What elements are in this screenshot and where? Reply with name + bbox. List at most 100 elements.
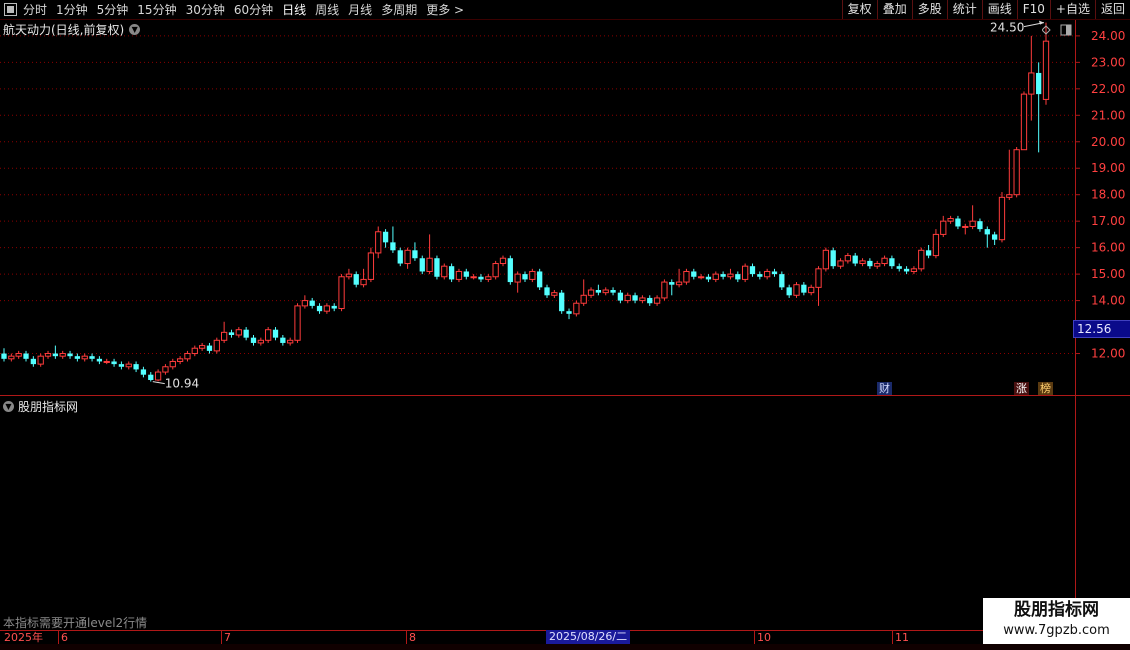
tab-monthly[interactable]: 月线 <box>348 1 372 18</box>
candle-body-down <box>852 255 858 264</box>
candle-body-down <box>390 242 396 251</box>
candle-body-up <box>499 257 507 265</box>
candle-body-up <box>529 270 536 280</box>
candle-body-up <box>169 360 176 368</box>
candle-body-down <box>925 250 932 256</box>
candle-body-down <box>507 258 513 283</box>
tab-30min[interactable]: 30分钟 <box>186 1 225 18</box>
candle-body-down <box>478 276 484 280</box>
finance-badge[interactable]: 财 <box>877 382 892 395</box>
candle-body-down <box>617 292 624 301</box>
candle-body-up <box>404 249 411 265</box>
tab-1min[interactable]: 1分钟 <box>56 1 88 18</box>
tab-daily[interactable]: 日线 <box>282 1 306 18</box>
candle-body-up <box>492 263 499 278</box>
candle-body-up <box>1020 93 1028 151</box>
high-price-label: 24.50 <box>990 21 1024 35</box>
low-pointer <box>152 381 165 385</box>
candle-body-up <box>81 355 88 360</box>
candle-body-up <box>947 218 954 222</box>
candle-body-up <box>808 286 815 294</box>
candle-body-up <box>338 276 345 310</box>
date-label-july: 7 <box>224 631 231 644</box>
candle-body-down <box>140 369 147 375</box>
statistics-button[interactable]: 统计 <box>946 0 982 19</box>
tab-5min[interactable]: 5分钟 <box>97 1 129 18</box>
candle-body-up <box>8 355 15 360</box>
candle-body-up <box>639 297 646 302</box>
candle-body-down <box>867 260 873 267</box>
multi-stock-button[interactable]: 多股 <box>911 0 947 19</box>
candle-body-up <box>455 270 463 280</box>
candle-body-down <box>96 358 103 362</box>
candle-body-down <box>434 258 440 277</box>
tab-15min[interactable]: 15分钟 <box>137 1 176 18</box>
f10-button[interactable]: F10 <box>1016 0 1050 19</box>
candle-body-up <box>220 331 228 341</box>
candle-body-down <box>243 329 249 338</box>
add-watchlist-button[interactable]: +自选 <box>1049 0 1095 19</box>
candle-body-up <box>881 257 888 265</box>
candle-body-up <box>727 273 734 278</box>
candle-body-down <box>955 218 961 227</box>
tab-multi-period[interactable]: 多周期 <box>381 1 417 18</box>
candle-body-down <box>111 361 117 365</box>
draw-line-button[interactable]: 画线 <box>981 0 1017 19</box>
indicator-title: 股朋指标网 <box>18 399 79 414</box>
stock-title: 航天动力(日线,前复权) <box>3 22 125 37</box>
candle-body-down <box>705 276 712 280</box>
level2-notice: 本指标需要开通level2行情 <box>3 616 148 630</box>
candle-body-up <box>257 339 264 344</box>
candle-body-down <box>331 305 337 309</box>
diamond-icon[interactable] <box>1042 25 1051 35</box>
chevron-down-icon[interactable]: ▼ <box>3 400 14 412</box>
tab-60min[interactable]: 60分钟 <box>234 1 273 18</box>
candle-body-down <box>691 271 697 277</box>
candle-body-up <box>624 294 631 302</box>
back-button[interactable]: 返回 <box>1094 0 1130 19</box>
candle-body-up <box>874 263 881 267</box>
candle-body-up <box>184 353 191 360</box>
panel-divider <box>0 395 1076 396</box>
chevron-down-icon[interactable]: ▼ <box>129 23 141 35</box>
candle-body-up <box>485 276 492 280</box>
candle-body-up <box>587 289 595 296</box>
candle-body-down <box>52 353 59 357</box>
candle-body-up <box>815 268 822 288</box>
candle-body-up <box>551 292 558 296</box>
limit-up-badge[interactable]: 涨 <box>1014 382 1029 395</box>
candle-body-up <box>301 300 309 307</box>
overlay-button[interactable]: 叠加 <box>876 0 912 19</box>
candle-body-up <box>837 260 844 267</box>
candle-body-up <box>426 257 433 272</box>
candle-body-down <box>309 300 315 306</box>
tab-more[interactable]: 更多 > <box>426 1 464 18</box>
candle-body-up <box>198 345 206 349</box>
candle-body-down <box>74 356 81 359</box>
candle-body-down <box>749 266 756 275</box>
candle-body-up <box>265 329 272 341</box>
candle-body-down <box>720 274 726 277</box>
candle-body-up <box>360 278 367 286</box>
low-price-label: 10.94 <box>165 377 199 391</box>
candle-body-up <box>793 284 800 296</box>
tab-weekly[interactable]: 周线 <box>315 1 339 18</box>
candle-body-up <box>15 353 22 357</box>
candle-body-up <box>580 294 587 304</box>
candle-body-down <box>250 337 257 343</box>
candle-body-up <box>653 297 661 304</box>
candle-body-up <box>969 220 976 227</box>
candle-body-down <box>977 221 983 230</box>
candle-body-up <box>37 355 44 365</box>
date-axis: 2025年 6 7 8 10 11 <box>0 630 1076 645</box>
layout-toggle-icon[interactable] <box>4 3 17 16</box>
cursor-date: 2025/08/26/二 <box>546 630 631 644</box>
candle-body-up <box>712 273 719 280</box>
watermark-logo: 股朋指标网 www.7gpzb.com <box>983 598 1130 644</box>
dragon-tiger-badge[interactable]: 榜 <box>1038 382 1053 395</box>
restore-rights-button[interactable]: 复权 <box>841 0 877 19</box>
candle-body-up <box>859 260 866 265</box>
candle-body-down <box>632 295 638 301</box>
panel-controls <box>1042 24 1072 36</box>
tab-fenshi[interactable]: 分时 <box>23 1 47 18</box>
